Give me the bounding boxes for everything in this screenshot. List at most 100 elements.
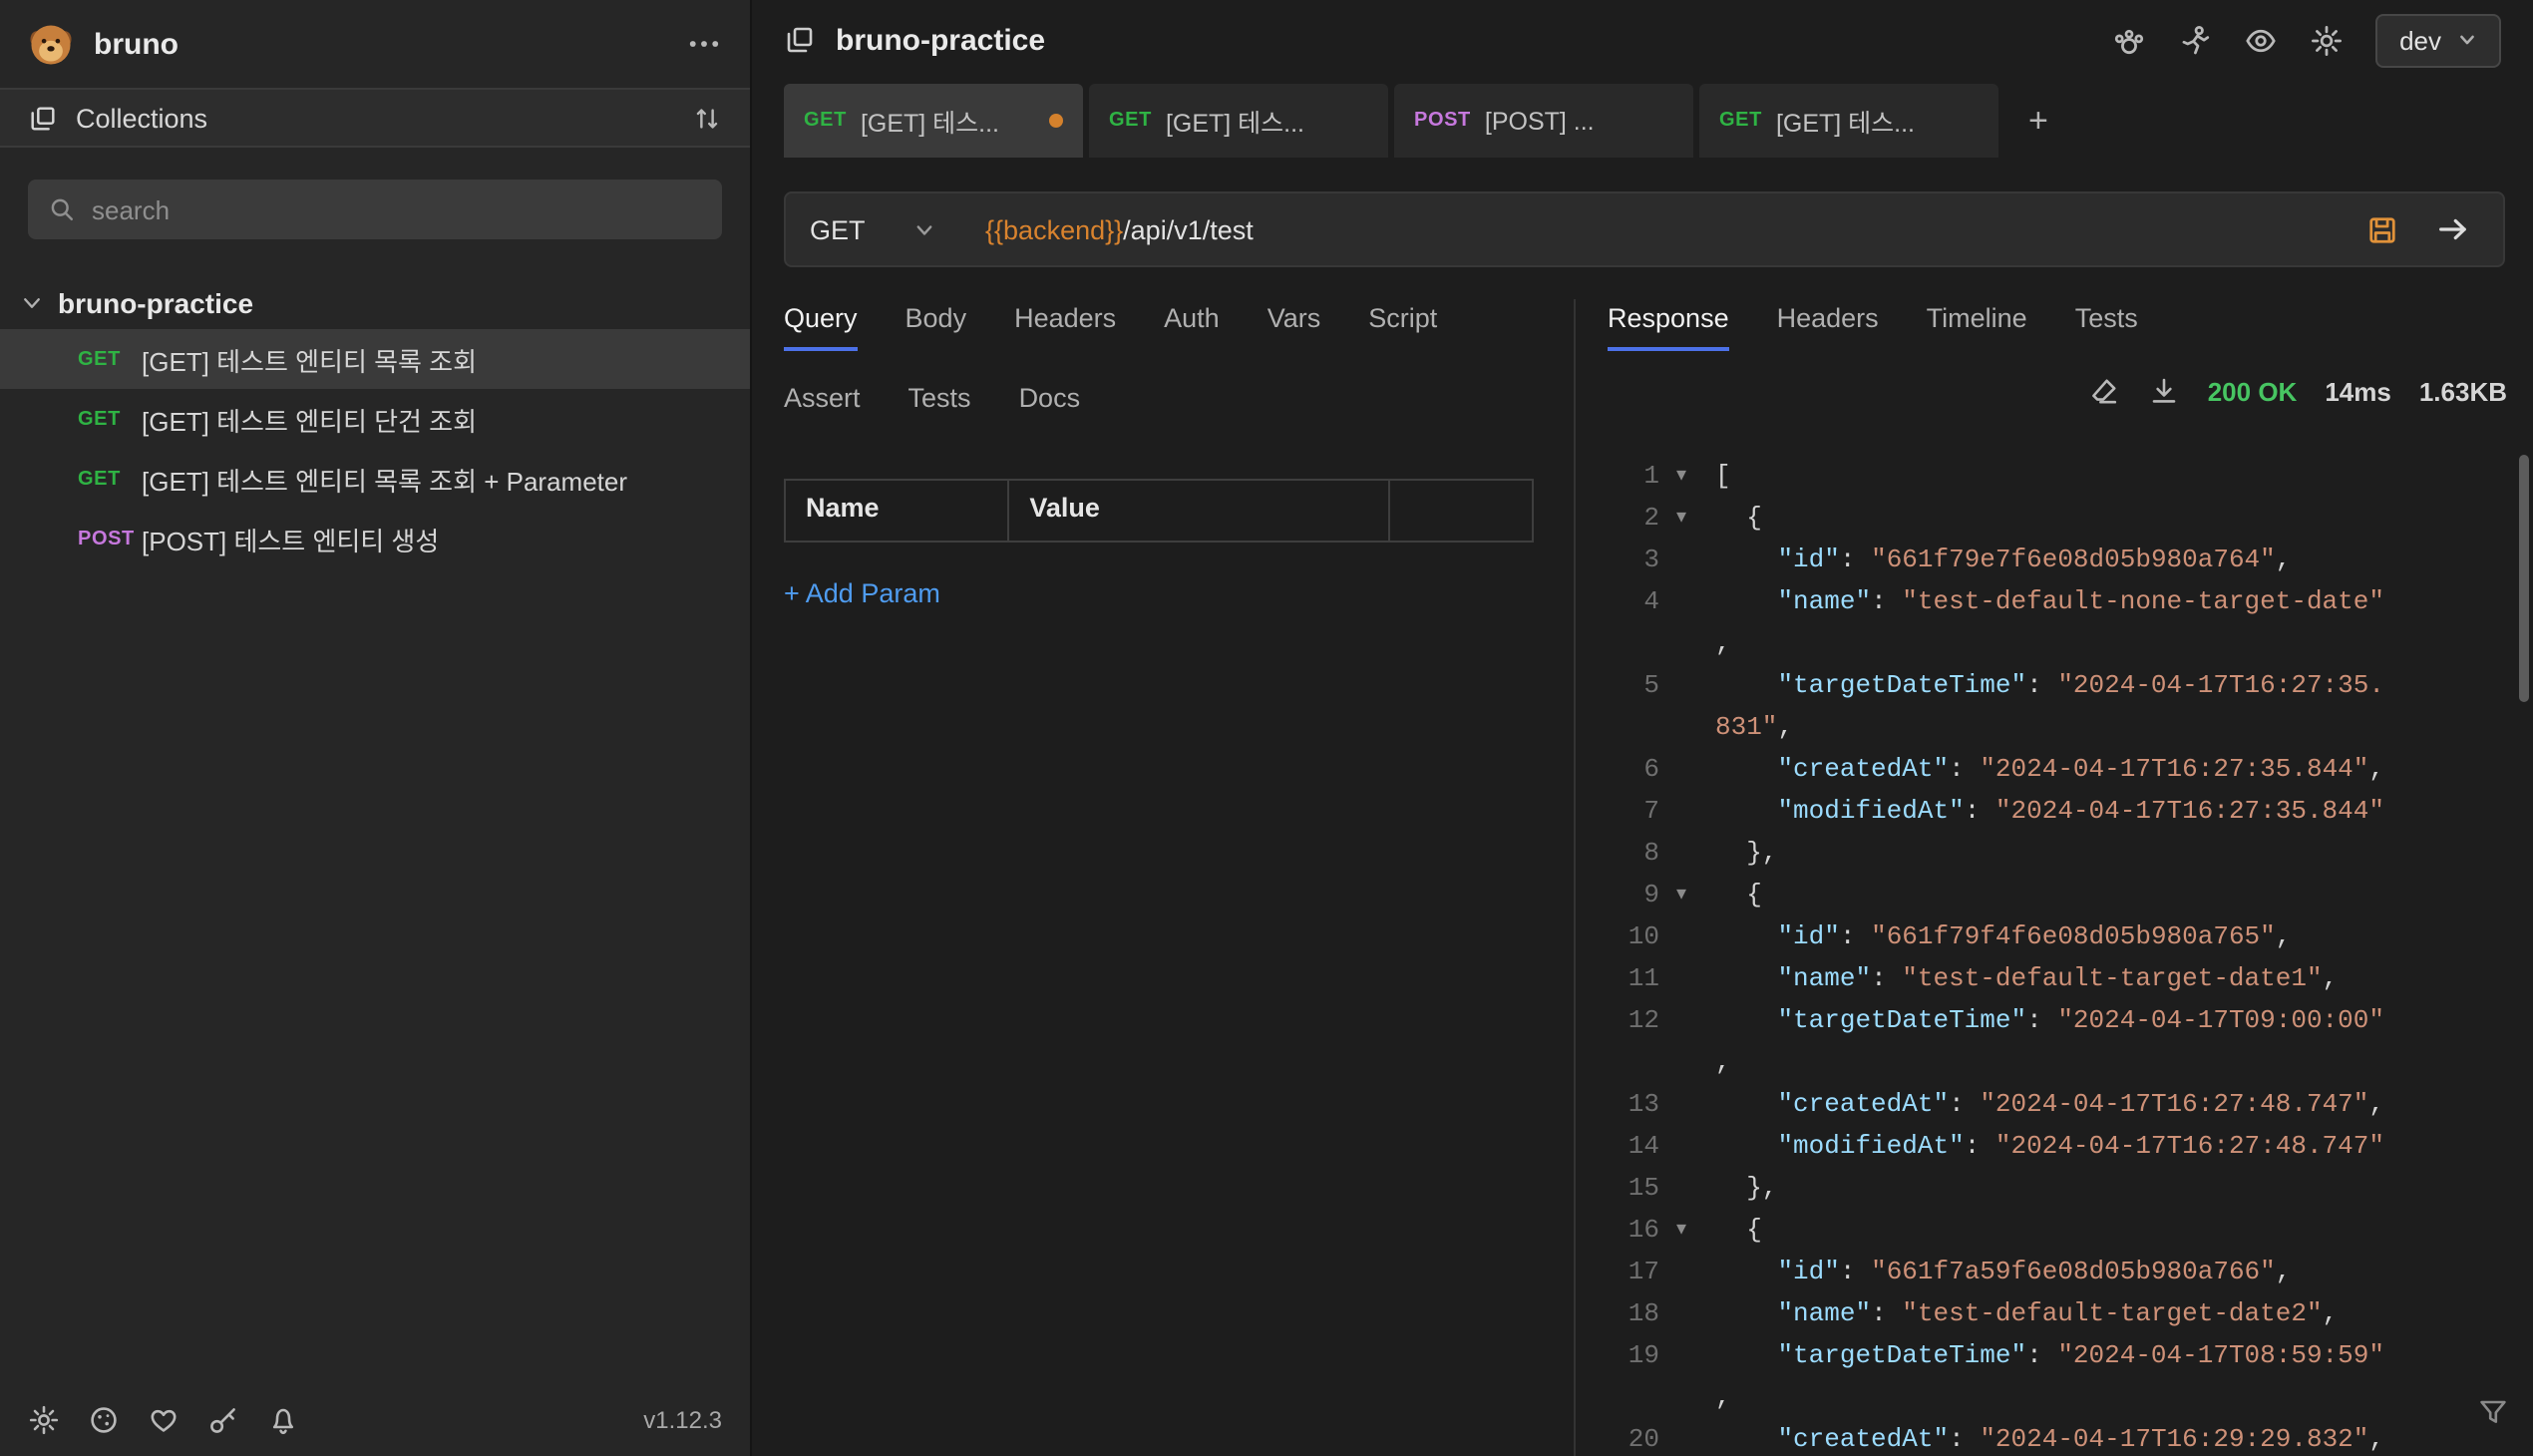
heart-icon[interactable] [148, 1404, 180, 1436]
url-path: /api/v1/test [1123, 214, 1254, 244]
code-line: 20 "createdAt": "2024-04-17T16:29:29.832… [1576, 1418, 2517, 1456]
request-tab[interactable]: GET[GET] 테스... [1699, 84, 1998, 158]
method-select[interactable]: GET [810, 214, 985, 244]
url-input[interactable]: {{backend}}/api/v1/test [985, 214, 2365, 244]
request-tab-query[interactable]: Query [784, 303, 858, 351]
response-tab-tests[interactable]: Tests [2075, 303, 2138, 351]
response-tab-timeline[interactable]: Timeline [1927, 303, 2027, 351]
environment-name: dev [2399, 25, 2441, 55]
app-version: v1.12.3 [643, 1406, 722, 1434]
fold-marker-icon[interactable]: ▾ [1667, 1209, 1695, 1251]
request-tab[interactable]: POST[POST] ... [1394, 84, 1693, 158]
response-tab-response[interactable]: Response [1608, 303, 1729, 351]
add-param-link[interactable]: + Add Param [784, 578, 1534, 608]
code-line: 2▾ { [1576, 497, 2517, 539]
response-tab-headers[interactable]: Headers [1777, 303, 1879, 351]
request-tab-assert[interactable]: Assert [784, 383, 861, 427]
environment-selector[interactable]: dev [2375, 13, 2501, 67]
line-number [1576, 622, 1667, 664]
url-variable: {{backend}} [985, 214, 1123, 244]
params-table: Name Value [784, 479, 1534, 543]
request-section-tabs: Query Body Headers Auth Vars Script Assert Test… [784, 303, 1534, 427]
key-icon[interactable] [207, 1404, 239, 1436]
tab-method-label: GET [1719, 110, 1762, 132]
fold-marker-icon[interactable]: ▾ [1667, 497, 1695, 539]
fold-spacer [1667, 915, 1695, 957]
request-tab-docs[interactable]: Docs [1019, 383, 1081, 427]
save-button[interactable] [2365, 212, 2399, 246]
method-label: GET [78, 468, 142, 490]
response-size: 1.63KB [2419, 376, 2507, 406]
params-col-value: Value [1009, 481, 1389, 541]
code-line: 11 "name": "test-default-target-date1", [1576, 957, 2517, 999]
eye-icon[interactable] [2244, 23, 2278, 57]
request-item[interactable]: GET[GET] 테스트 엔티티 단건 조회 [0, 389, 750, 449]
request-tab-bar: GET[GET] 테스...GET[GET] 테스...POST[POST] .… [752, 84, 2533, 158]
clear-response-icon[interactable] [2088, 375, 2120, 407]
new-tab-button[interactable]: + [2028, 104, 2048, 138]
settings-icon[interactable] [28, 1404, 60, 1436]
runner-icon[interactable] [2178, 23, 2212, 57]
search-box[interactable] [28, 180, 722, 239]
code-text: "id": "661f7a59f6e08d05b980a766", [1695, 1251, 2291, 1292]
request-tab-tests[interactable]: Tests [908, 383, 971, 427]
request-tab-body[interactable]: Body [905, 303, 967, 351]
request-tab-headers[interactable]: Headers [1014, 303, 1116, 351]
request-tab[interactable]: GET[GET] 테스... [1089, 84, 1388, 158]
tab-method-label: POST [1414, 110, 1471, 132]
fold-spacer [1667, 1376, 1695, 1418]
main-header: bruno-practice [752, 0, 2533, 80]
scrollbar-thumb[interactable] [2519, 455, 2529, 702]
filter-icon[interactable] [2477, 1396, 2509, 1428]
gear-icon[interactable] [2310, 23, 2344, 57]
code-text: , [1695, 1041, 1731, 1083]
response-body-editor[interactable]: 1▾[2▾ {3 "id": "661f79e7f6e08d05b980a764… [1576, 443, 2517, 1456]
fold-spacer [1667, 1125, 1695, 1167]
chevron-down-icon [913, 218, 935, 240]
code-line: , [1576, 1376, 2517, 1418]
fold-spacer [1667, 1251, 1695, 1292]
fold-marker-icon[interactable]: ▾ [1667, 455, 1695, 497]
code-text: 831", [1695, 706, 1793, 748]
fold-marker-icon[interactable]: ▾ [1667, 874, 1695, 915]
request-tab-auth[interactable]: Auth [1164, 303, 1220, 351]
request-item[interactable]: GET[GET] 테스트 엔티티 목록 조회 [0, 329, 750, 389]
collection-items: GET[GET] 테스트 엔티티 목록 조회GET[GET] 테스트 엔티티 단… [0, 329, 750, 568]
download-response-icon[interactable] [2148, 375, 2180, 407]
send-button[interactable] [2435, 211, 2471, 247]
bell-icon[interactable] [267, 1404, 299, 1436]
code-line: 14 "modifiedAt": "2024-04-17T16:27:48.74… [1576, 1125, 2517, 1167]
collections-bar[interactable]: Collections [0, 88, 750, 148]
code-text: "createdAt": "2024-04-17T16:27:35.844", [1695, 748, 2384, 790]
params-col-name: Name [786, 481, 1009, 541]
code-text: "name": "test-default-target-date1", [1695, 957, 2338, 999]
code-text: "modifiedAt": "2024-04-17T16:27:35.844" [1695, 790, 2384, 832]
fold-spacer [1667, 580, 1695, 622]
more-menu-icon[interactable] [686, 26, 722, 62]
collection-root[interactable]: bruno-practice [0, 275, 750, 329]
cookie-icon[interactable] [88, 1404, 120, 1436]
code-line: , [1576, 1041, 2517, 1083]
fold-spacer [1667, 999, 1695, 1041]
paw-icon[interactable] [2112, 23, 2146, 57]
request-tab-vars[interactable]: Vars [1267, 303, 1321, 351]
request-tab-script[interactable]: Script [1368, 303, 1437, 351]
search-input[interactable] [92, 194, 702, 224]
line-number: 14 [1576, 1125, 1667, 1167]
bruno-logo [28, 21, 74, 67]
fold-spacer [1667, 1292, 1695, 1334]
request-item-label: [POST] 테스트 엔티티 생성 [142, 520, 439, 557]
fold-spacer [1667, 664, 1695, 706]
line-number: 3 [1576, 539, 1667, 580]
line-number: 4 [1576, 580, 1667, 622]
line-number [1576, 1376, 1667, 1418]
request-item[interactable]: GET[GET] 테스트 엔티티 목록 조회 + Parameter [0, 449, 750, 509]
code-line: 1▾[ [1576, 455, 2517, 497]
request-tab[interactable]: GET[GET] 테스... [784, 84, 1083, 158]
sort-icon[interactable] [692, 103, 722, 133]
collection-name: bruno-practice [58, 286, 253, 318]
line-number: 19 [1576, 1334, 1667, 1376]
request-item[interactable]: POST[POST] 테스트 엔티티 생성 [0, 509, 750, 568]
fold-spacer [1667, 1041, 1695, 1083]
response-pane: ResponseHeadersTimelineTests 200 OK [1576, 299, 2533, 1456]
